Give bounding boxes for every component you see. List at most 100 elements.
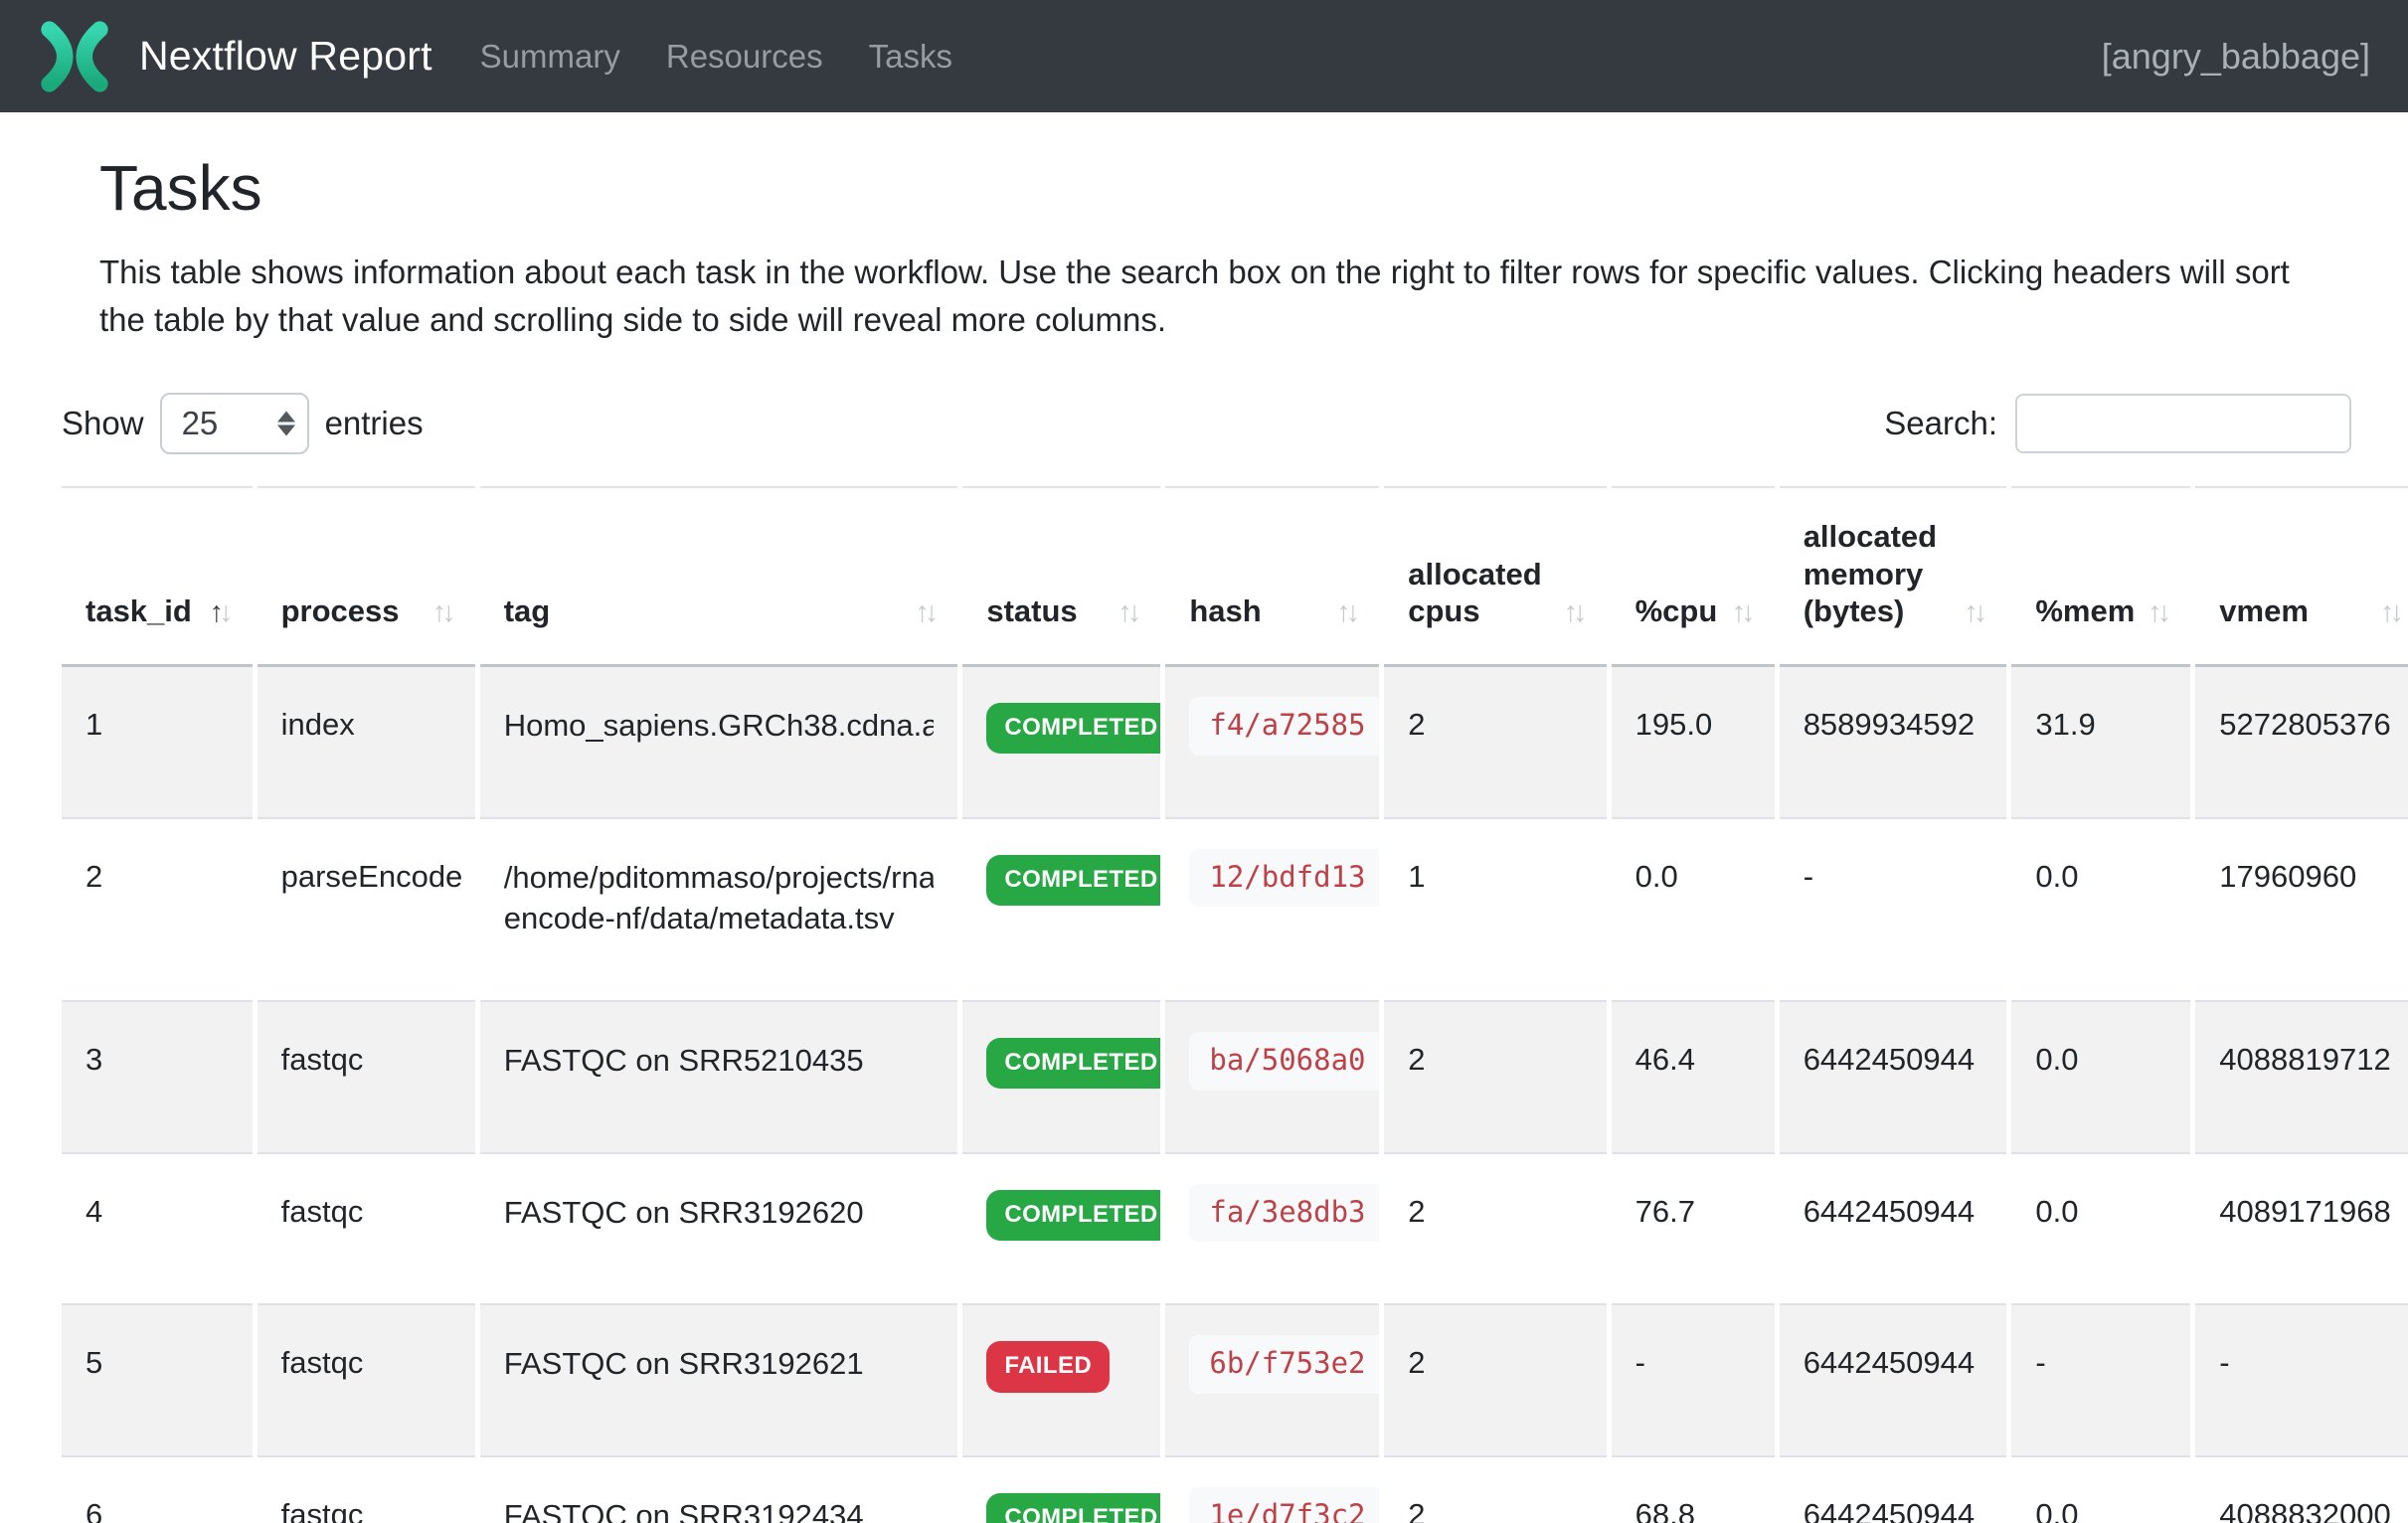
cell-tag: FASTQC on SRR3192621 [480,1303,958,1455]
cell-pcpu: 76.7 [1612,1152,1775,1304]
cell-task_id: 3 [62,1000,253,1152]
hash-code: fa/3e8db3 [1189,1184,1379,1243]
tasks-table: task_id↑↓process↑↓tag↑↓status↑↓hash↑↓all… [62,486,2408,1523]
tag-text: FASTQC on SRR5210435 [504,1040,935,1081]
cell-hash: ba/5068a0 [1165,1000,1379,1152]
hash-code: f4/a72585 [1189,697,1379,756]
column-label: tag [504,592,551,630]
table-row: 2parseEncode/home/pditommaso/projects/rn… [62,817,2408,1000]
cell-pmem: 0.0 [2011,817,2190,1000]
column-label: %mem [2035,592,2135,630]
cell-pmem: - [2011,1303,2190,1455]
cell-task_id: 5 [62,1303,253,1455]
cell-cpus: 2 [1384,1152,1606,1304]
page-title: Tasks [99,150,2408,227]
column-header-pmem[interactable]: %mem ↑↓ [2011,486,2190,667]
cell-mem: 6442450944 [1780,1303,2007,1455]
brand-link[interactable]: Nextflow Report [36,17,432,96]
cell-pcpu: 68.8 [1612,1455,1775,1523]
hash-code: 6b/f753e2 [1189,1335,1379,1394]
nav-link-summary[interactable]: Summary [480,38,620,76]
cell-tag: FASTQC on SRR3192434 [480,1455,958,1523]
nav-links: Summary Resources Tasks [480,38,952,76]
column-header-process[interactable]: process ↑↓ [258,486,475,667]
column-header-status[interactable]: status ↑↓ [962,486,1160,667]
nav-link-tasks[interactable]: Tasks [869,38,952,76]
status-badge: COMPLETED [986,1038,1160,1089]
sort-icon: ↑↓ [210,595,233,630]
run-name-badge: [angry_babbage] [2102,36,2370,78]
cell-cpus: 2 [1384,1000,1606,1152]
tag-text: Homo_sapiens.GRCh38.cdna.all.fa.gz [504,705,935,746]
cell-process: parseEncode [258,817,475,1000]
nextflow-logo-icon [36,17,113,96]
brand-title: Nextflow Report [139,33,432,80]
cell-process: fastqc [258,1303,475,1455]
column-label: %cpu [1635,592,1718,630]
column-label: allocated cpus [1408,556,1555,631]
cell-process: fastqc [258,1000,475,1152]
cell-pcpu: 0.0 [1612,817,1775,1000]
column-header-cpus[interactable]: allocated cpus ↑↓ [1384,486,1606,667]
search-label: Search: [1884,405,1997,442]
column-header-tag[interactable]: tag↑↓ [480,486,958,667]
search-input[interactable] [2015,394,2351,453]
cell-vmem: 4088832000 [2195,1455,2408,1523]
cell-mem: 6442450944 [1780,1152,2007,1304]
page-length-control: Show 25 entries [62,393,424,454]
column-label: allocated memory (bytes) [1804,518,1957,630]
tasks-table-wrapper[interactable]: task_id↑↓process↑↓tag↑↓status↑↓hash↑↓all… [62,486,2408,1523]
show-label: Show [62,405,144,442]
sort-icon: ↑↓ [2148,595,2170,630]
cell-status: COMPLETED [962,1000,1160,1152]
column-header-vmem[interactable]: vmem↑↓ [2195,486,2408,667]
table-head: task_id↑↓process↑↓tag↑↓status↑↓hash↑↓all… [62,486,2408,667]
column-label: vmem [2219,592,2309,630]
sort-icon: ↑↓ [1336,595,1359,630]
sort-icon: ↑↓ [1732,595,1755,630]
cell-mem: - [1780,817,2007,1000]
cell-status: COMPLETED [962,667,1160,817]
cell-vmem: - [2195,1303,2408,1455]
column-header-task_id[interactable]: task_id↑↓ [62,486,253,667]
cell-pmem: 0.0 [2011,1152,2190,1304]
cell-status: COMPLETED [962,817,1160,1000]
page-length-value: 25 [182,405,219,442]
tag-text: /home/pditommaso/projects/rnaseq- encode… [504,857,935,938]
cell-process: index [258,667,475,817]
cell-status: COMPLETED [962,1455,1160,1523]
cell-mem: 8589934592 [1780,667,2007,817]
cell-task_id: 4 [62,1152,253,1304]
status-badge: COMPLETED [986,855,1160,906]
hash-code: ba/5068a0 [1189,1032,1379,1091]
cell-cpus: 2 [1384,667,1606,817]
table-row: 3fastqc FASTQC on SRR5210435 COMPLETED ba/5… [62,1000,2408,1152]
sort-icon: ↑↓ [432,595,455,630]
page-length-select[interactable]: 25 [160,393,309,454]
column-header-hash[interactable]: hash↑↓ [1165,486,1379,667]
nav-link-resources[interactable]: Resources [666,38,823,76]
cell-hash: fa/3e8db3 [1165,1152,1379,1304]
cell-mem: 6442450944 [1780,1455,2007,1523]
cell-process: fastqc [258,1455,475,1523]
cell-vmem: 4088819712 [2195,1000,2408,1152]
sort-icon: ↑↓ [1118,595,1140,630]
tag-text: FASTQC on SRR3192621 [504,1343,935,1384]
cell-tag: FASTQC on SRR3192620 [480,1152,958,1304]
select-stepper-icon [277,411,295,435]
cell-hash: 1e/d7f3c2 [1165,1455,1379,1523]
cell-process: fastqc [258,1152,475,1304]
sort-icon: ↑↓ [1564,595,1587,630]
status-badge: FAILED [986,1341,1110,1392]
column-label: process [281,592,400,630]
cell-pmem: 31.9 [2011,667,2190,817]
column-label: status [986,592,1077,630]
entries-label: entries [325,405,424,442]
hash-code: 12/bdfd13 [1189,849,1379,908]
cell-pmem: 0.0 [2011,1000,2190,1152]
navbar: Nextflow Report Summary Resources Tasks … [0,0,2408,112]
search-control: Search: [1884,394,2351,453]
column-header-pcpu[interactable]: %cpu ↑↓ [1612,486,1775,667]
table-body: 1indexHomo_sapiens.GRCh38.cdna.all.fa.gz… [62,667,2408,1523]
column-header-mem[interactable]: allocated memory (bytes)↑↓ [1780,486,2007,667]
